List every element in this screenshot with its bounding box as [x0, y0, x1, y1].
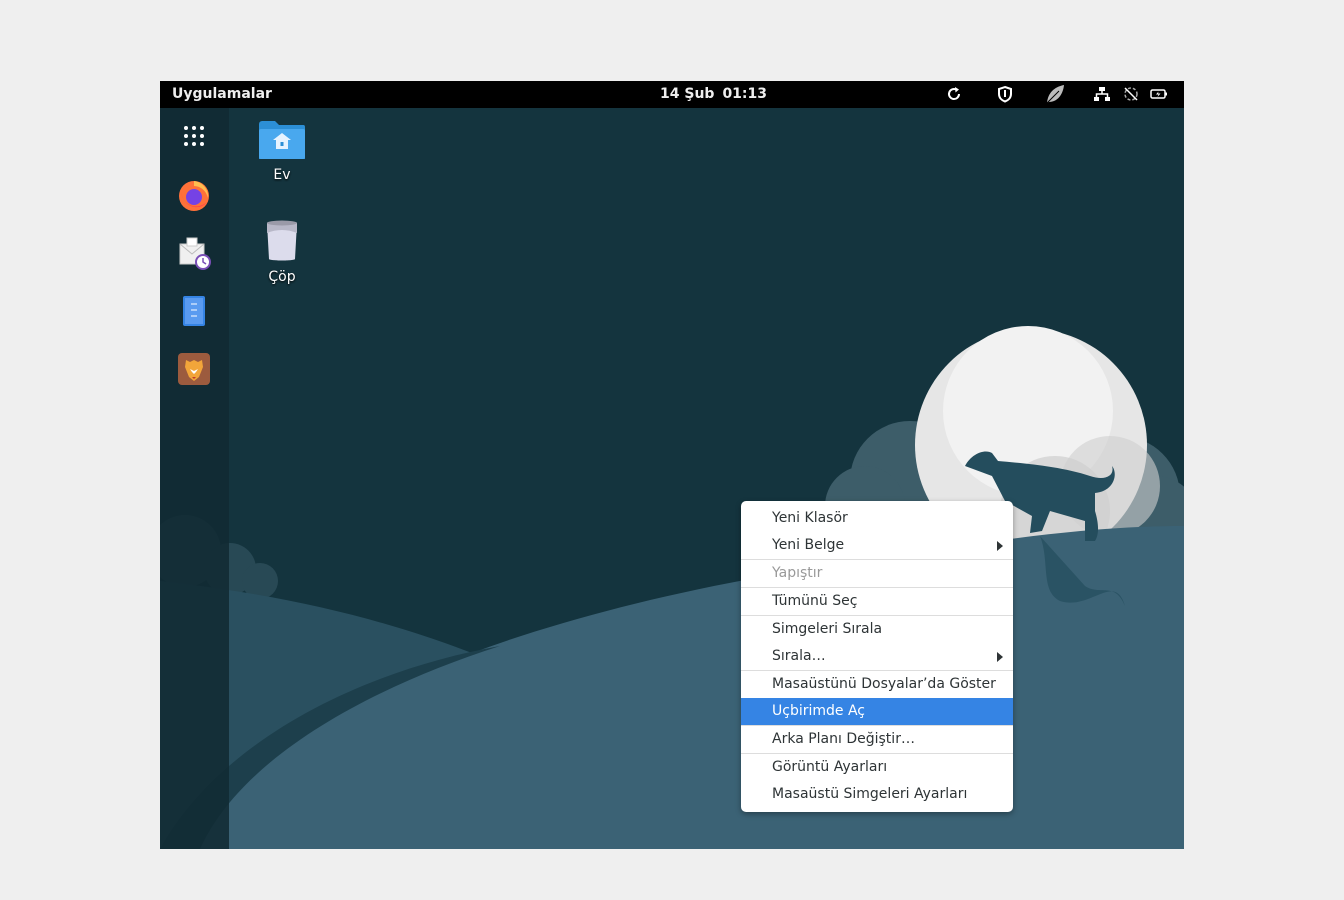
menu-item-new-document[interactable]: Yeni Belge: [741, 532, 1013, 559]
app-grid-icon[interactable]: [175, 117, 213, 155]
desktop-icon-home[interactable]: Ev: [237, 119, 327, 183]
menu-item-sort-by[interactable]: Sırala…: [741, 643, 1013, 670]
menu-item-show-desktop-in-files[interactable]: Masaüstünü Dosyalar’da Göster: [741, 671, 1013, 698]
refresh-icon[interactable]: [945, 85, 963, 103]
menu-item-paste: Yapıştır: [772, 565, 823, 581]
menu-item-arrange-icons[interactable]: Simgeleri Sırala: [741, 616, 1013, 643]
desktop-context-menu: Yeni Klasör Yeni Belge Yapıştır Tümünü S…: [741, 501, 1013, 812]
desktop-icon-label: Ev: [273, 167, 291, 183]
firefox-icon[interactable]: [175, 176, 213, 214]
menu-item-open-in-terminal[interactable]: Uçbirimde Aç: [741, 698, 1013, 725]
dock: [160, 108, 229, 849]
text-editor-icon[interactable]: [175, 292, 213, 330]
home-folder-icon: [259, 121, 305, 159]
menu-item-display-settings[interactable]: Görüntü Ayarları: [741, 754, 1013, 781]
top-bar: Uygulamalar 14 Şub 01:13: [160, 81, 1184, 108]
clock[interactable]: 14 Şub 01:13: [660, 86, 775, 102]
sync-disabled-icon[interactable]: [1122, 85, 1140, 103]
submenu-arrow-icon: [997, 652, 1003, 662]
desktop-icon-trash[interactable]: Çöp: [237, 219, 327, 285]
menu-item-desktop-icons-settings[interactable]: Masaüstü Simgeleri Ayarları: [741, 781, 1013, 808]
mail-clock-icon[interactable]: [175, 234, 213, 272]
leaf-icon[interactable]: [1044, 83, 1066, 105]
menu-item-change-background[interactable]: Arka Planı Değiştir…: [741, 726, 1013, 753]
menu-item-new-folder[interactable]: Yeni Klasör: [741, 505, 1013, 532]
desktop-icon-label: Çöp: [268, 269, 296, 285]
trash-icon: [267, 220, 297, 261]
desktop-screen[interactable]: Uygulamalar 14 Şub 01:13 Ev Çöp: [160, 81, 1184, 849]
submenu-arrow-icon: [997, 541, 1003, 551]
clock-time: 01:13: [722, 86, 768, 102]
brave-lion-icon[interactable]: [175, 350, 213, 388]
battery-icon[interactable]: [1150, 85, 1168, 103]
menu-item-select-all[interactable]: Tümünü Seç: [741, 588, 1013, 615]
shield-icon[interactable]: [996, 85, 1014, 103]
applications-menu[interactable]: Uygulamalar: [172, 86, 272, 102]
network-icon[interactable]: [1093, 85, 1111, 103]
clock-date: 14 Şub: [660, 86, 715, 102]
wallpaper: [160, 81, 1184, 849]
